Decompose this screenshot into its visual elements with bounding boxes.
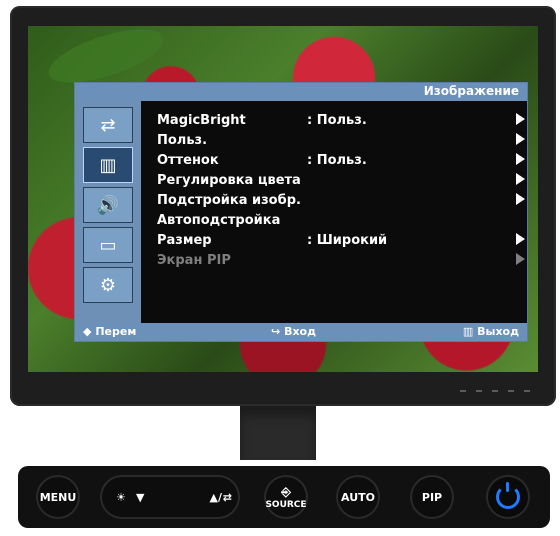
brightness-buttons[interactable]: ☀ ▼ ▲/ ⇄ [100, 475, 240, 519]
chevron-right-icon [516, 253, 525, 265]
menu-item-magicbright[interactable]: MagicBright : Польз. [157, 113, 525, 133]
osd-tab-settings[interactable]: ⚙ [83, 267, 133, 303]
footer-exit-label: Выход [477, 325, 519, 338]
menu-item-label: Автоподстройка [157, 213, 281, 228]
auto-button-label: AUTO [341, 490, 375, 504]
led-dot [492, 390, 498, 392]
menu-item-label: Размер [157, 233, 212, 248]
footer-enter-hint: ↪ Вход [271, 325, 316, 338]
auto-button[interactable]: AUTO [336, 475, 380, 519]
footer-enter-label: Вход [284, 325, 316, 338]
source-button-label: SOURCE [265, 499, 307, 510]
power-button[interactable] [486, 475, 530, 519]
chevron-right-icon [516, 133, 525, 145]
led-dot [524, 390, 530, 392]
pip-button-label: PIP [421, 490, 443, 504]
menu-item-label: MagicBright [157, 113, 246, 128]
pip-button[interactable]: PIP [410, 475, 454, 519]
chevron-right-icon [516, 173, 525, 185]
chevron-right-icon [516, 193, 525, 205]
brightness-down-label: ▼ [136, 490, 145, 504]
osd-footer: ◆ Перем ↪ Вход ▥ Выход [75, 323, 527, 341]
osd-title: Изображение [423, 84, 519, 98]
footer-exit-hint: ▥ Выход [463, 325, 519, 338]
menu-item-auto-adjust[interactable]: Автоподстройка [157, 213, 525, 233]
menu-item-color-control[interactable]: Регулировка цвета [157, 173, 525, 193]
menu-item-label: Польз. [157, 133, 208, 148]
menu-item-label: Оттенок [157, 153, 219, 168]
osd-tab-input[interactable]: ⇄ [83, 107, 133, 143]
chevron-right-icon [516, 233, 525, 245]
control-panel: MENU ☀ ▼ ▲/ ⇄ ⎆ SOURCE AUTO PIP [18, 466, 550, 528]
osd-title-bar: Изображение [75, 83, 527, 101]
monitor: Изображение ⇄ ▥ 🔊 ▭ ⚙ MagicBright: Поль… [10, 6, 556, 406]
input-icon: ⇄ [100, 114, 116, 136]
chevron-right-icon [516, 113, 525, 125]
menu-item-label: Подстройка изобр. [157, 193, 301, 208]
menu-item-pip-screen: Экран PIP [157, 253, 525, 273]
osd-tab-pip[interactable]: ▭ [83, 227, 133, 263]
menu-item-label: Регулировка цвета [157, 173, 301, 188]
source-icon: ⎆ [281, 484, 291, 499]
osd-tab-sound[interactable]: 🔊 [83, 187, 133, 223]
on-screen-display: Изображение ⇄ ▥ 🔊 ▭ ⚙ MagicBright: Поль… [74, 82, 528, 342]
footer-move-label: Перем [95, 325, 137, 338]
menu-item-color-tone[interactable]: Оттенок : Польз. [157, 153, 525, 173]
osd-side-menu: ⇄ ▥ 🔊 ▭ ⚙ [75, 101, 141, 323]
status-leds [460, 390, 530, 396]
menu-item-custom[interactable]: Польз. [157, 133, 525, 153]
brightness-icon: ☀ [116, 490, 126, 504]
pip-icon: ▭ [99, 234, 117, 256]
power-icon [496, 482, 520, 509]
osd-tab-picture[interactable]: ▥ [83, 147, 133, 183]
brightness-up-label: ▲/ [209, 490, 222, 504]
source-button[interactable]: ⎆ SOURCE [264, 475, 308, 519]
input-icon: ⇄ [222, 490, 232, 504]
menu-button-label: MENU [39, 490, 77, 504]
navigation-icon: ◆ [83, 325, 92, 338]
menu-item-size[interactable]: Размер : Широкий [157, 233, 525, 253]
led-dot [460, 390, 466, 392]
menu-item-image-setup[interactable]: Подстройка изобр. [157, 193, 525, 213]
menu-item-value: : Польз. [307, 113, 367, 128]
monitor-stand [240, 406, 316, 460]
osd-menu: MagicBright : Польз. Польз. Оттенок : По… [157, 113, 525, 323]
menu-item-value: : Польз. [307, 153, 367, 168]
footer-move-hint: ◆ Перем [83, 325, 136, 338]
menu-item-label: Экран PIP [157, 253, 231, 268]
settings-icon: ⚙ [99, 274, 117, 296]
picture-icon: ▥ [99, 154, 117, 176]
chevron-right-icon [516, 153, 525, 165]
screen: Изображение ⇄ ▥ 🔊 ▭ ⚙ MagicBright: Поль… [28, 26, 538, 372]
sound-icon: 🔊 [96, 194, 120, 216]
enter-icon: ↪ [271, 325, 281, 338]
led-dot [508, 390, 514, 392]
menu-button[interactable]: MENU [36, 475, 80, 519]
menu-item-value: : Широкий [307, 233, 388, 248]
led-dot [476, 390, 482, 392]
menu-icon: ▥ [462, 325, 474, 338]
